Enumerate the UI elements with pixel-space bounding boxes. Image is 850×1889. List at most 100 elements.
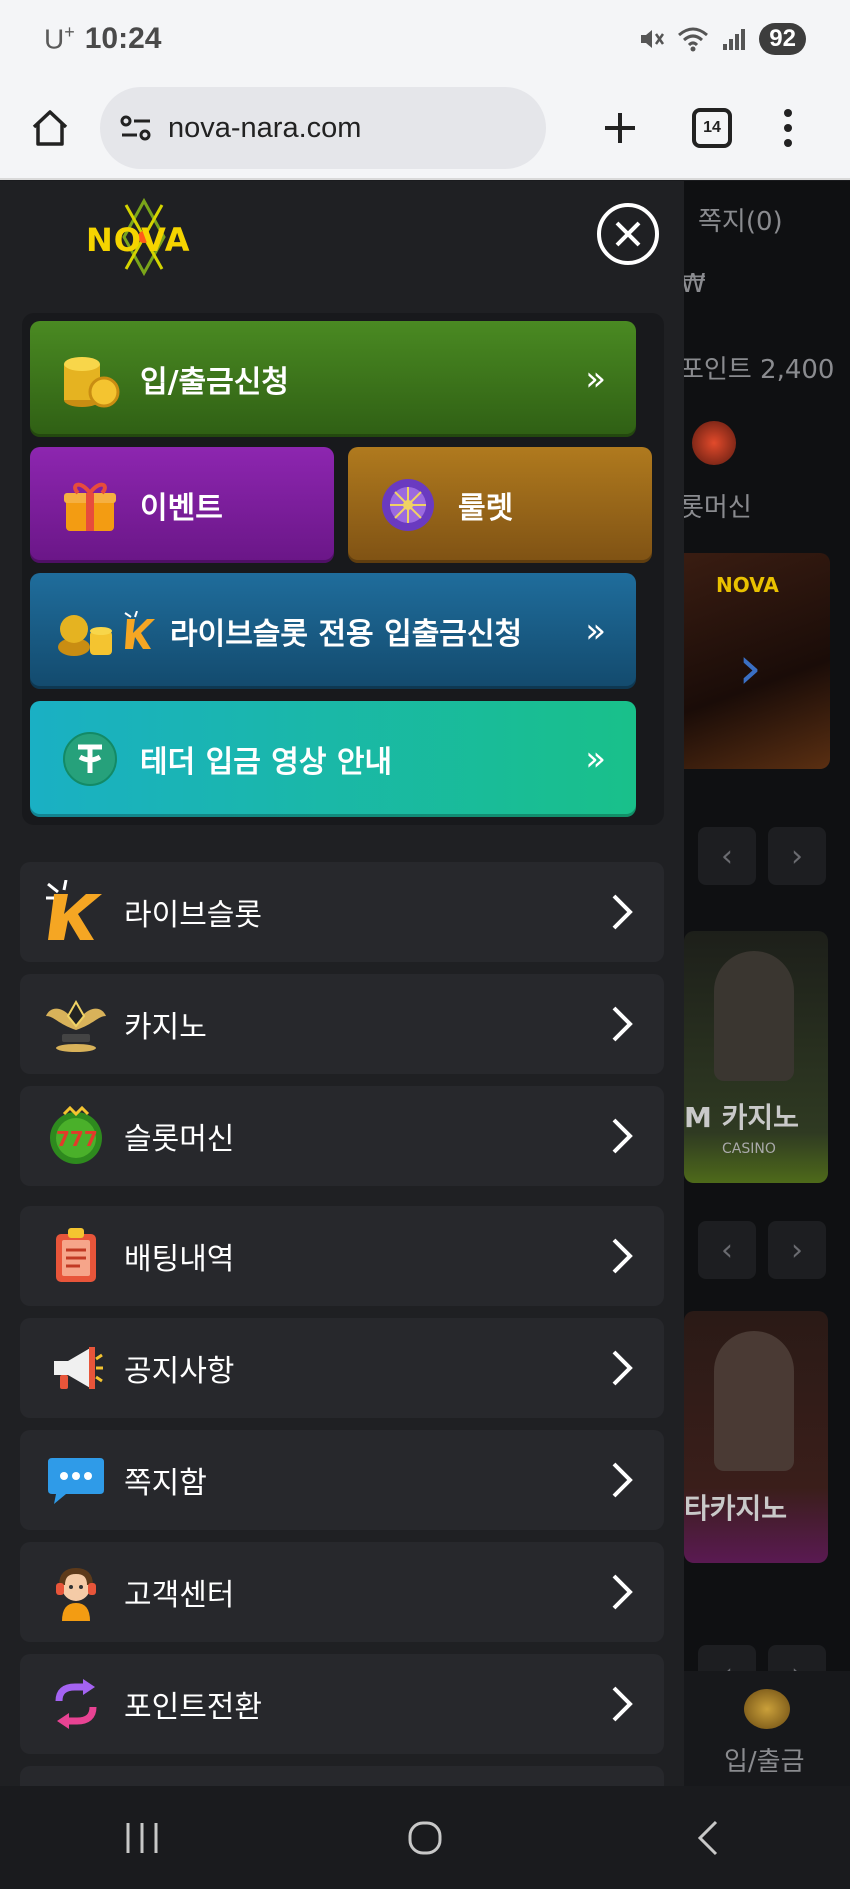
menu-item-messages[interactable]: 쪽지함 [20, 1430, 664, 1530]
chevron-right-icon [612, 1686, 633, 1722]
system-nav-bar [0, 1786, 850, 1889]
liveslot-deposit-button[interactable]: 라이브슬롯 전용 입출금신청 » [30, 573, 636, 689]
event-button[interactable]: 이벤트 [30, 447, 334, 563]
event-label: 이벤트 [140, 491, 223, 526]
roulette-button[interactable]: 룰렛 [348, 447, 652, 563]
menu-item-partial[interactable] [20, 1766, 664, 1786]
bg-deposit-label: 입/출금 [724, 1747, 805, 1777]
home-nav-button[interactable] [365, 1798, 485, 1878]
tab-switcher-button[interactable]: 14 [692, 108, 732, 148]
menu-item-slots[interactable]: 777 슬롯머신 [20, 1086, 664, 1186]
back-icon [698, 1820, 718, 1855]
liveslot-k-icon [44, 880, 108, 944]
wifi-icon [678, 27, 709, 52]
browser-toolbar: nova-nara.com 14 [0, 78, 850, 180]
double-chevron-icon: » [585, 359, 606, 399]
plus-icon [605, 113, 635, 143]
coins-stack-icon [60, 349, 120, 409]
clipboard-icon [44, 1224, 108, 1288]
bg-card-casino-sub: CASINO [722, 1141, 776, 1157]
close-icon [615, 221, 641, 247]
menu-label: 카지노 [124, 1010, 207, 1045]
battery-badge: 92 [759, 23, 806, 55]
drawer-header: NOVA [0, 181, 684, 313]
exchange-icon [44, 1672, 108, 1736]
recent-apps-button[interactable] [82, 1798, 202, 1878]
status-icons: 92 [637, 23, 806, 55]
chevron-right-icon [612, 894, 633, 930]
bg-next-arrow[interactable]: › [768, 827, 826, 885]
chevron-right-icon [612, 1118, 633, 1154]
slots-777-icon: 777 [44, 1104, 108, 1168]
bg-banner: NOVA › [684, 553, 830, 769]
url-text: nova-nara.com [168, 111, 362, 144]
menu-label: 쪽지함 [124, 1466, 207, 1501]
gift-box-icon [60, 475, 120, 535]
roulette-wheel-icon [378, 475, 438, 535]
liveslot-k-small-icon [122, 601, 158, 661]
nova-logo[interactable]: NOVA [86, 197, 202, 277]
bg-points: 포인트 2,400 [684, 355, 835, 385]
drawer-menu-list: 라이브슬롯 카지노 777 슬롯머신 배팅내역 공지사항 쪽지함 고객센터 포인… [20, 862, 664, 1786]
chevron-right-icon [612, 1238, 633, 1274]
menu-item-point-exchange[interactable]: 포인트전환 [20, 1654, 664, 1754]
bg-slot-label: 롯머신 [684, 493, 752, 523]
browser-menu-button[interactable] [784, 109, 792, 147]
casino-wings-icon [44, 992, 108, 1056]
coins-icon [744, 1689, 790, 1729]
signal-icon [723, 29, 746, 50]
bg-card-casino-title: M 카지노 [684, 1101, 799, 1134]
bg-card-2[interactable]: 타카지노 [684, 1311, 828, 1563]
bg-prev-arrow[interactable]: ‹ [698, 827, 756, 885]
double-chevron-icon: » [585, 739, 606, 779]
home-icon [32, 110, 68, 146]
svg-text:777: 777 [56, 1127, 98, 1151]
bg-banner-logo: NOVA [716, 573, 779, 597]
menu-label: 배팅내역 [124, 1242, 235, 1277]
bg-currency: ₩ [684, 269, 706, 299]
coins-bag-icon [56, 601, 116, 661]
address-bar[interactable]: nova-nara.com [100, 87, 546, 169]
mute-icon [641, 30, 665, 48]
bg-next-arrow-2[interactable]: › [768, 1221, 826, 1279]
home-button[interactable] [0, 78, 100, 178]
menu-item-casino[interactable]: 카지노 [20, 974, 664, 1074]
menu-label: 라이브슬롯 [124, 898, 262, 933]
menu-item-customer-center[interactable]: 고객센터 [20, 1542, 664, 1642]
bg-messages: 쪽지(0) [698, 207, 783, 237]
menu-label: 포인트전환 [124, 1690, 262, 1725]
status-bar: U+ 10:24 92 [0, 0, 850, 78]
clock: 10:24 [84, 22, 162, 55]
liveslot-deposit-label: 라이브슬롯 전용 입출금신청 [170, 617, 523, 652]
menu-label: 슬롯머신 [124, 1122, 235, 1157]
chat-bubble-icon [44, 1448, 108, 1512]
back-button[interactable] [648, 1798, 768, 1878]
chevron-right-icon [612, 1462, 633, 1498]
close-drawer-button[interactable] [597, 203, 659, 265]
tether-guide-label: 테더 입금 영상 안내 [140, 745, 393, 780]
home-circle-icon [408, 1821, 442, 1854]
new-tab-button[interactable] [590, 98, 650, 158]
menu-label: 공지사항 [124, 1354, 235, 1389]
tether-coin-icon [60, 729, 120, 789]
bg-prev-arrow-2[interactable]: ‹ [698, 1221, 756, 1279]
menu-item-betting-history[interactable]: 배팅내역 [20, 1206, 664, 1306]
deposit-withdraw-button[interactable]: 입/출금신청 » [30, 321, 636, 437]
tether-guide-button[interactable]: 테더 입금 영상 안내 » [30, 701, 636, 817]
side-drawer: NOVA 입/출금신청 » 이벤트 룰렛 라이브슬롯 전용 입출금신청 » 테더… [0, 181, 684, 1786]
carrier-label: U+ [44, 22, 75, 55]
site-settings-icon[interactable] [118, 110, 154, 146]
headset-agent-icon [44, 1560, 108, 1624]
chevron-right-icon [612, 1006, 633, 1042]
quick-actions-panel: 입/출금신청 » 이벤트 룰렛 라이브슬롯 전용 입출금신청 » 테더 입금 영… [22, 313, 664, 825]
chevron-right-icon [612, 1350, 633, 1386]
menu-item-liveslot[interactable]: 라이브슬롯 [20, 862, 664, 962]
bg-card-casino[interactable]: M 카지노 CASINO [684, 931, 828, 1183]
menu-label: 고객센터 [124, 1578, 235, 1613]
deposit-withdraw-label: 입/출금신청 [140, 365, 289, 400]
chevron-right-icon [612, 1574, 633, 1610]
background-page: 쪽지(0) ₩ 포인트 2,400 롯머신 NOVA › ‹ › M 카지노 C… [684, 181, 850, 1786]
menu-item-notices[interactable]: 공지사항 [20, 1318, 664, 1418]
bg-bottom-nav: 입/출금 [684, 1671, 850, 1786]
double-chevron-icon: » [585, 611, 606, 651]
